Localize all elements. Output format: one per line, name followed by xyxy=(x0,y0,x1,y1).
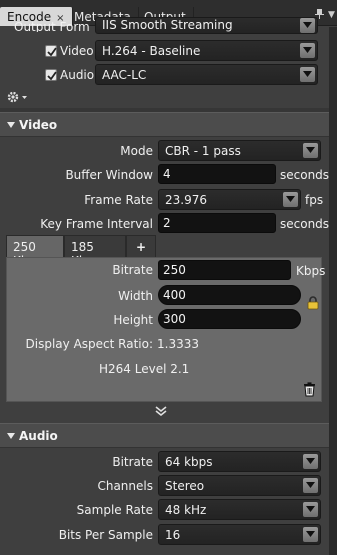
video-checkbox-label: Video xyxy=(60,44,94,58)
height-input[interactable]: 300 xyxy=(158,309,301,329)
video-checkbox[interactable] xyxy=(45,45,57,57)
key-frame-interval-label: Key Frame Interval xyxy=(40,217,153,231)
audio-codec-select[interactable]: AAC-LC xyxy=(95,64,318,85)
mode-value: CBR - 1 pass xyxy=(165,144,241,158)
frame-rate-label: Frame Rate xyxy=(84,193,153,207)
chevron-down-icon xyxy=(300,43,315,58)
panel-menu-icon[interactable]: ▼ xyxy=(328,10,335,20)
buffer-window-input[interactable]: 4 xyxy=(158,164,276,184)
frame-rate-value: 23.976 xyxy=(165,193,207,207)
checkmark-icon xyxy=(47,71,57,81)
mode-label: Mode xyxy=(120,144,153,158)
key-frame-interval-unit: seconds xyxy=(280,217,330,231)
chevron-down-icon xyxy=(300,18,315,33)
chevron-down-icon xyxy=(303,454,318,469)
chevron-down-icon xyxy=(303,478,318,493)
chevron-down-icon xyxy=(283,192,298,207)
display-aspect-ratio-value: 1.3333 xyxy=(157,337,199,351)
sample-rate-value: 48 kHz xyxy=(165,503,207,517)
h264-level-text: H264 Level 2.1 xyxy=(99,362,190,376)
mode-select[interactable]: CBR - 1 pass xyxy=(158,140,321,161)
audio-checkbox[interactable] xyxy=(45,69,57,81)
chevron-down-icon xyxy=(303,143,318,158)
output-format-value: IIS Smooth Streaming xyxy=(102,18,233,32)
frame-rate-unit: fps xyxy=(305,193,324,207)
audio-codec-value: AAC-LC xyxy=(102,68,147,82)
channels-value: Stereo xyxy=(165,479,205,493)
collapse-triangle-icon xyxy=(7,433,15,439)
stream-tabs: 250 Kbps 185 Kbps + xyxy=(6,235,322,268)
audio-section-header[interactable]: Audio xyxy=(0,423,329,448)
checkmark-icon xyxy=(47,47,57,57)
panel-scrollbar[interactable] xyxy=(329,27,337,555)
output-format-select[interactable]: IIS Smooth Streaming xyxy=(95,17,318,34)
display-aspect-ratio-label: Display Aspect Ratio: xyxy=(25,337,153,351)
buffer-window-label: Buffer Window xyxy=(65,168,153,182)
chevron-down-icon xyxy=(303,527,318,542)
chevron-down-icon xyxy=(300,67,315,82)
bits-per-sample-value: 16 xyxy=(165,528,181,542)
audio-bitrate-label: Bitrate xyxy=(112,455,153,469)
add-stream-icon: + xyxy=(135,240,147,254)
width-label: Width xyxy=(118,289,153,303)
width-input[interactable]: 400 xyxy=(158,285,301,305)
sample-rate-select[interactable]: 48 kHz xyxy=(158,499,321,520)
bits-per-sample-select[interactable]: 16 xyxy=(158,524,321,545)
gear-icon[interactable] xyxy=(7,90,29,104)
key-frame-interval-input[interactable]: 2 xyxy=(158,213,276,233)
chevron-down-icon xyxy=(303,502,318,517)
height-label: Height xyxy=(113,313,153,327)
video-bitrate-input[interactable]: 250 xyxy=(158,260,291,280)
video-codec-value: H.264 - Baseline xyxy=(102,44,201,58)
audio-bitrate-value: 64 kbps xyxy=(165,455,213,469)
audio-section-title: Audio xyxy=(19,429,58,443)
tab-stream-185[interactable]: 185 Kbps xyxy=(64,235,126,268)
buffer-window-unit: seconds xyxy=(280,168,330,182)
frame-rate-select[interactable]: 23.976 xyxy=(158,189,301,210)
add-stream-button[interactable]: + xyxy=(126,235,156,257)
channels-label: Channels xyxy=(97,479,153,493)
video-bitrate-label: Bitrate xyxy=(112,263,153,277)
output-format-label: Output Format xyxy=(14,20,89,32)
video-section-title: Video xyxy=(19,118,58,132)
collapse-triangle-icon xyxy=(7,122,15,128)
lock-aspect-icon[interactable] xyxy=(307,296,319,310)
video-section-header[interactable]: Video xyxy=(0,112,329,137)
video-codec-select[interactable]: H.264 - Baseline xyxy=(95,40,318,61)
bits-per-sample-label: Bits Per Sample xyxy=(58,528,153,542)
trash-icon[interactable] xyxy=(303,382,316,397)
audio-bitrate-select[interactable]: 64 kbps xyxy=(158,451,321,472)
tab-stream-250[interactable]: 250 Kbps xyxy=(6,235,64,268)
channels-select[interactable]: Stereo xyxy=(158,475,321,496)
video-bitrate-unit: Kbps xyxy=(296,264,326,278)
sample-rate-label: Sample Rate xyxy=(76,503,153,517)
expand-chevron-icon[interactable] xyxy=(155,406,167,416)
audio-checkbox-label: Audio xyxy=(60,68,95,82)
